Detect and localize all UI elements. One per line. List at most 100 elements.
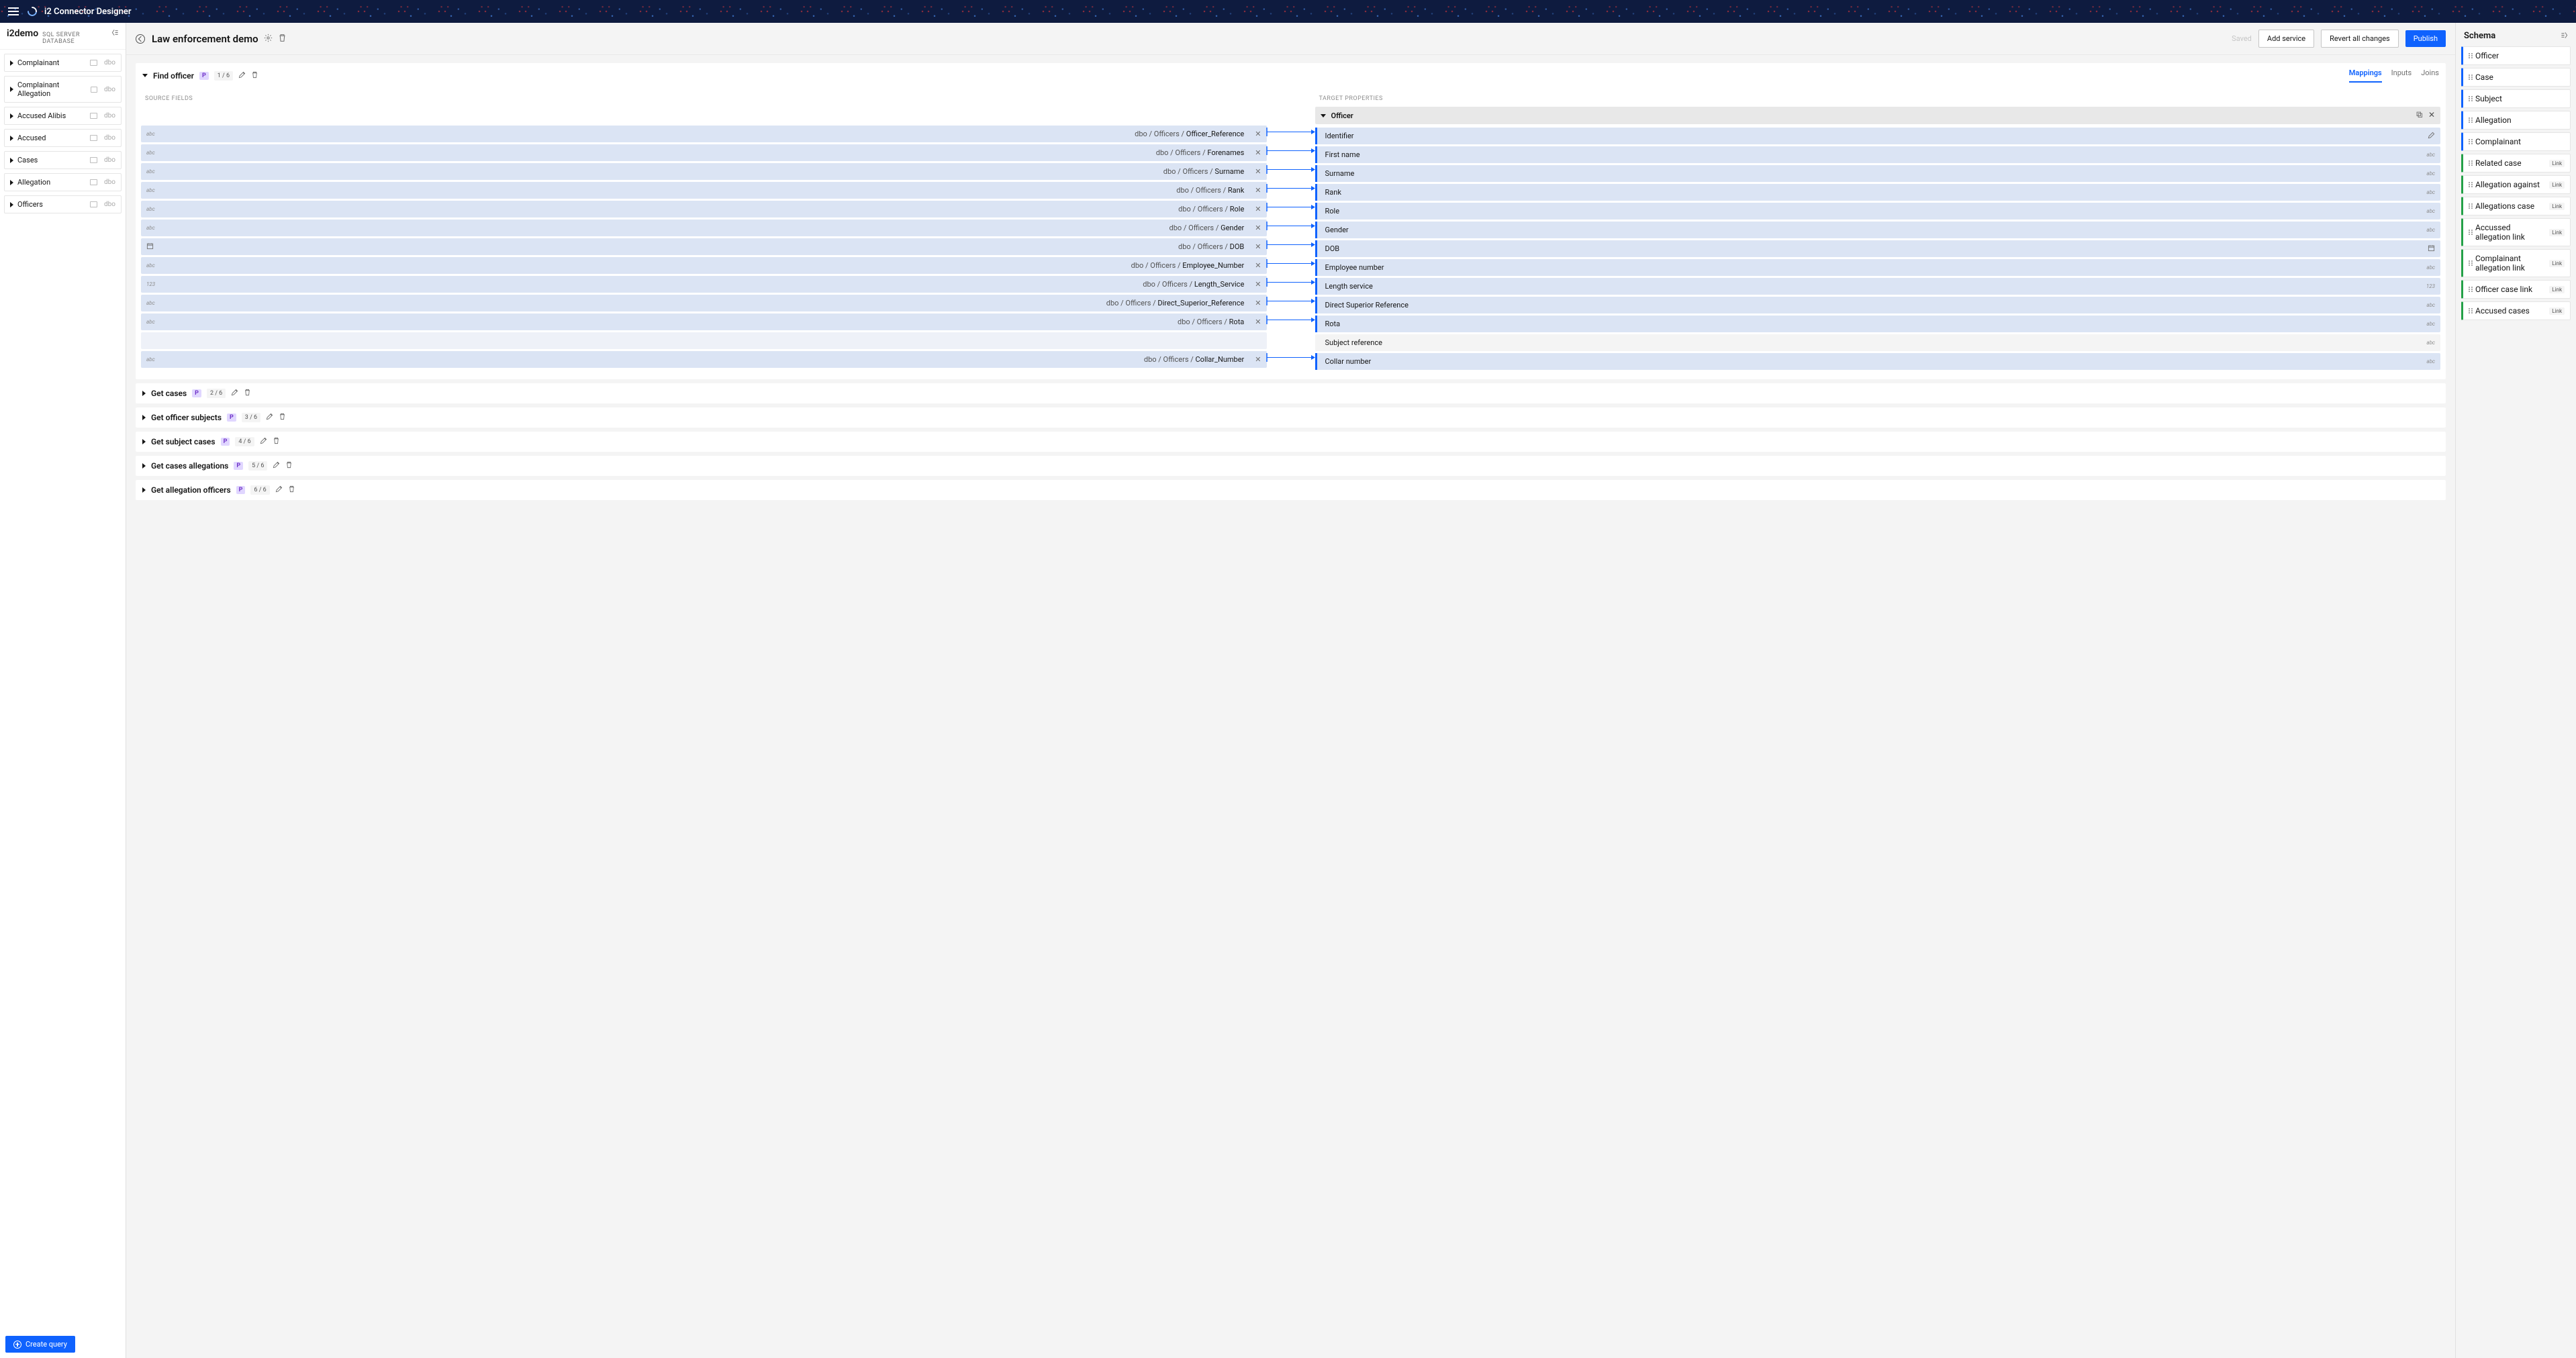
source-field-row[interactable]: abc dbo / Officers / Gender ✕ [141,220,1267,236]
table-item[interactable]: Complainant Allegation dbo [4,76,122,103]
source-field-row[interactable]: abc dbo / Officers / Forenames ✕ [141,144,1267,161]
remove-mapping-icon[interactable]: ✕ [1255,355,1261,364]
remove-mapping-icon[interactable]: ✕ [1255,167,1261,176]
query-type-badge: P [192,389,201,397]
source-field-row[interactable]: dbo / Officers / DOB ✕ [141,238,1267,255]
schema-entity-item[interactable]: Subject [2461,89,2571,108]
schema-link-item[interactable]: Accused cases Link [2461,301,2571,320]
hamburger-menu-icon[interactable] [8,7,19,15]
edit-icon[interactable] [238,71,246,81]
edit-icon[interactable] [275,485,283,495]
table-item[interactable]: Allegation dbo [4,173,122,191]
source-field-path: dbo / Officers / Direct_Superior_Referen… [1106,299,1245,307]
query-header[interactable]: Find officer P 1 / 6 Mappings Inputs Joi… [136,63,2446,89]
edit-icon[interactable] [231,389,238,398]
remove-mapping-icon[interactable]: ✕ [1255,242,1261,251]
source-field-row[interactable]: abc dbo / Officers / Surname ✕ [141,163,1267,180]
remove-mapping-icon[interactable]: ✕ [1255,205,1261,213]
chevron-right-icon [142,463,146,469]
expand-schema-icon[interactable] [2561,32,2568,41]
tab-joins[interactable]: Joins [2421,68,2439,83]
schema-link-item[interactable]: Related case Link [2461,154,2571,173]
schema-entity-item[interactable]: Officer [2461,46,2571,65]
close-icon[interactable]: ✕ [2428,111,2435,120]
delete-icon[interactable] [273,437,280,446]
delete-icon[interactable] [244,389,251,398]
table-item[interactable]: Complainant dbo [4,54,122,72]
revert-button[interactable]: Revert all changes [2321,30,2399,48]
delete-icon[interactable] [288,485,295,495]
create-query-button[interactable]: Create query [5,1336,75,1353]
link-badge: Link [2549,286,2565,293]
target-property-row[interactable]: Surname abc [1315,165,2441,182]
target-property-row[interactable]: DOB [1315,240,2441,257]
table-item[interactable]: Officers dbo [4,195,122,213]
table-item[interactable]: Accused Alibis dbo [4,107,122,125]
schema-link-item[interactable]: Accussed allegation link Link [2461,218,2571,246]
query-header[interactable]: Get cases P 2 / 6 [136,383,2446,403]
delete-icon[interactable] [278,34,287,44]
remove-mapping-icon[interactable]: ✕ [1255,318,1261,326]
target-property-row[interactable]: Length service 123 [1315,278,2441,295]
type-icon: abc [146,319,158,325]
query-header[interactable]: Get cases allegations P 5 / 6 [136,456,2446,476]
edit-icon[interactable] [273,461,280,471]
target-property-row[interactable]: Role abc [1315,203,2441,220]
schema-link-item[interactable]: Allegation against Link [2461,175,2571,194]
remove-mapping-icon[interactable]: ✕ [1255,148,1261,157]
settings-icon[interactable] [264,34,273,44]
target-entity-header[interactable]: Officer ✕ [1315,107,2441,124]
tab-mappings[interactable]: Mappings [2349,68,2382,83]
schema-entity-item[interactable]: Case [2461,68,2571,87]
schema-link-item[interactable]: Officer case link Link [2461,280,2571,299]
publish-button[interactable]: Publish [2405,30,2446,47]
edit-icon[interactable] [266,413,273,422]
link-badge: Link [2549,181,2565,189]
source-field-row[interactable]: abc dbo / Officers / Role ✕ [141,201,1267,217]
collapse-sidebar-icon[interactable] [111,29,119,38]
target-property-row[interactable]: Subject reference abc [1315,334,2441,351]
target-property-name: Identifier [1325,132,1354,140]
target-property-row[interactable]: Collar number abc [1315,353,2441,370]
schema-link-item[interactable]: Complainant allegation link Link [2461,249,2571,277]
remove-mapping-icon[interactable]: ✕ [1255,130,1261,138]
remove-mapping-icon[interactable]: ✕ [1255,261,1261,270]
table-item[interactable]: Cases dbo [4,151,122,169]
table-item[interactable]: Accused dbo [4,129,122,147]
type-icon: abc [146,225,158,231]
remove-mapping-icon[interactable]: ✕ [1255,299,1261,307]
delete-icon[interactable] [285,461,293,471]
query-header[interactable]: Get allegation officers P 6 / 6 [136,480,2446,500]
source-field-row[interactable]: abc dbo / Officers / Collar_Number ✕ [141,351,1267,368]
delete-icon[interactable] [279,413,286,422]
target-property-row[interactable]: Rota abc [1315,316,2441,332]
target-property-row[interactable]: Gender abc [1315,222,2441,238]
schema-link-item[interactable]: Allegations case Link [2461,197,2571,215]
source-field-row[interactable]: abc dbo / Officers / Rank ✕ [141,182,1267,199]
target-property-row[interactable]: First name abc [1315,146,2441,163]
source-field-row[interactable]: abc dbo / Officers / Employee_Number ✕ [141,257,1267,274]
copy-icon[interactable] [2416,111,2423,120]
type-icon: abc [146,300,158,306]
query-header[interactable]: Get subject cases P 4 / 6 [136,432,2446,452]
source-field-row[interactable]: abc dbo / Officers / Direct_Superior_Ref… [141,295,1267,311]
source-field-row[interactable]: abc dbo / Officers / Rota ✕ [141,313,1267,330]
target-property-row[interactable]: Direct Superior Reference abc [1315,297,2441,313]
target-property-row[interactable]: Rank abc [1315,184,2441,201]
schema-entity-item[interactable]: Complainant [2461,132,2571,151]
delete-icon[interactable] [251,71,258,81]
query-type-badge: P [234,462,243,470]
remove-mapping-icon[interactable]: ✕ [1255,224,1261,232]
target-property-row[interactable]: Identifier [1315,128,2441,144]
source-field-row[interactable]: 123 dbo / Officers / Length_Service ✕ [141,276,1267,293]
remove-mapping-icon[interactable]: ✕ [1255,186,1261,195]
tab-inputs[interactable]: Inputs [2391,68,2412,83]
remove-mapping-icon[interactable]: ✕ [1255,280,1261,289]
query-header[interactable]: Get officer subjects P 3 / 6 [136,407,2446,428]
add-service-button[interactable]: Add service [2258,30,2314,48]
target-property-row[interactable]: Employee number abc [1315,259,2441,276]
source-field-row[interactable]: abc dbo / Officers / Officer_Reference ✕ [141,126,1267,142]
schema-entity-item[interactable]: Allegation [2461,111,2571,130]
back-icon[interactable] [136,34,145,44]
edit-icon[interactable] [260,437,267,446]
